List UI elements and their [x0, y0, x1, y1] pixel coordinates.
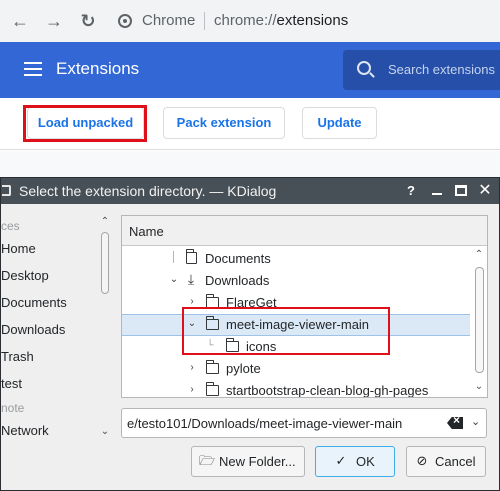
tree-row-label: Documents — [205, 251, 271, 266]
checkmark-icon: ✓ — [335, 453, 347, 468]
place-trash[interactable]: Trash — [1, 349, 34, 364]
dialog-titlebar[interactable]: Select the extension directory. — KDialo… — [1, 178, 499, 204]
url-scheme: chrome:// — [214, 12, 277, 29]
tree-line-icon: │ — [170, 252, 178, 263]
new-folder-label: New Folder... — [219, 454, 296, 469]
forward-arrow-icon[interactable]: → — [42, 9, 66, 33]
pack-extension-button[interactable]: Pack extension — [163, 107, 285, 139]
tree-scrollbar[interactable]: ⌃ ⌄ — [471, 247, 487, 397]
tree-row-startbootstrap[interactable]: › startbootstrap-clean-blog-gh-pages — [122, 380, 470, 398]
maximize-icon[interactable] — [451, 181, 471, 201]
omnibox-divider — [204, 12, 205, 30]
chevron-right-icon[interactable]: › — [186, 361, 198, 375]
place-documents[interactable]: Documents — [1, 295, 67, 310]
ok-label: OK — [356, 454, 375, 469]
places-section-header-remote: note — [1, 401, 25, 415]
browser-toolbar: ← → ↻ Chrome chrome://extensions — [0, 0, 500, 42]
search-extensions-input[interactable]: Search extensions — [343, 50, 500, 90]
documents-folder-icon — [186, 249, 197, 264]
hamburger-menu-icon[interactable] — [24, 62, 42, 76]
dialog-title: Select the extension directory. — KDialo… — [19, 183, 277, 199]
place-home[interactable]: Home — [1, 241, 36, 256]
tree-row-documents[interactable]: │ Documents — [122, 248, 470, 270]
chrome-site-icon[interactable] — [118, 14, 132, 28]
download-arrow-icon: ⤓ — [187, 271, 195, 287]
search-placeholder: Search extensions — [388, 62, 495, 77]
new-folder-button[interactable]: 🗁 New Folder... — [191, 446, 305, 477]
tree-column-header[interactable]: Name — [122, 216, 487, 246]
folder-icon — [206, 382, 219, 396]
address-bar[interactable]: Chrome chrome://extensions — [108, 4, 500, 38]
clear-text-icon[interactable] — [447, 417, 463, 429]
folder-icon — [206, 360, 219, 374]
tree-row-downloads[interactable]: ⌄ ⤓ Downloads — [122, 270, 470, 292]
selection-highlight-box — [182, 307, 390, 355]
scroll-up-icon[interactable]: ⌃ — [99, 216, 111, 228]
places-scrollbar[interactable]: ⌃ ⌄ — [99, 216, 111, 451]
omnibox-url[interactable]: chrome://extensions — [214, 12, 348, 29]
chevron-down-icon[interactable]: ⌄ — [471, 415, 480, 428]
chevron-down-icon[interactable]: ⌄ — [168, 273, 180, 287]
folder-app-icon — [2, 185, 11, 196]
tree-row-label: Downloads — [205, 273, 270, 288]
cancel-icon: ⊘ — [416, 453, 428, 468]
load-unpacked-highlight — [23, 105, 147, 142]
place-downloads[interactable]: Downloads — [1, 322, 65, 337]
search-icon — [357, 61, 371, 75]
omnibox-site-name: Chrome — [142, 12, 196, 29]
url-path: extensions — [276, 12, 349, 29]
back-arrow-icon[interactable]: ← — [8, 9, 32, 33]
place-desktop[interactable]: Desktop — [1, 268, 49, 283]
scroll-up-icon[interactable]: ⌃ — [473, 249, 485, 261]
tree-scroll-thumb[interactable] — [475, 267, 484, 373]
cancel-button[interactable]: ⊘ Cancel — [406, 446, 486, 477]
tree-row-label: pylote — [226, 361, 261, 376]
place-test[interactable]: test — [1, 376, 22, 391]
path-combobox[interactable]: e/testo101/Downloads/meet-image-viewer-m… — [121, 408, 487, 438]
name-column-label: Name — [129, 224, 164, 239]
tree-row-label: startbootstrap-clean-blog-gh-pages — [226, 383, 429, 398]
minimize-icon[interactable] — [427, 181, 447, 201]
places-section-header: ces — [1, 219, 20, 233]
update-button[interactable]: Update — [302, 107, 377, 139]
reload-icon[interactable]: ↻ — [76, 9, 100, 33]
path-input[interactable]: e/testo101/Downloads/meet-image-viewer-m… — [127, 416, 443, 431]
tree-row-pylote[interactable]: › pylote — [122, 358, 470, 380]
close-icon[interactable]: ✕ — [475, 181, 495, 201]
ok-button[interactable]: ✓ OK — [315, 446, 395, 477]
page-title: Extensions — [56, 59, 140, 78]
places-scroll-thumb[interactable] — [101, 232, 109, 294]
chevron-right-icon[interactable]: › — [186, 383, 198, 397]
extensions-header: Extensions Search extensions — [0, 42, 500, 98]
scroll-down-icon[interactable]: ⌄ — [99, 426, 111, 438]
cancel-label: Cancel — [435, 454, 476, 469]
place-network[interactable]: Network — [1, 423, 49, 438]
new-folder-icon: 🗁 — [199, 453, 216, 468]
help-button[interactable]: ? — [401, 181, 421, 201]
places-panel: ces Home Desktop Documents Downloads Tra… — [1, 214, 113, 446]
scroll-down-icon[interactable]: ⌄ — [473, 381, 485, 393]
